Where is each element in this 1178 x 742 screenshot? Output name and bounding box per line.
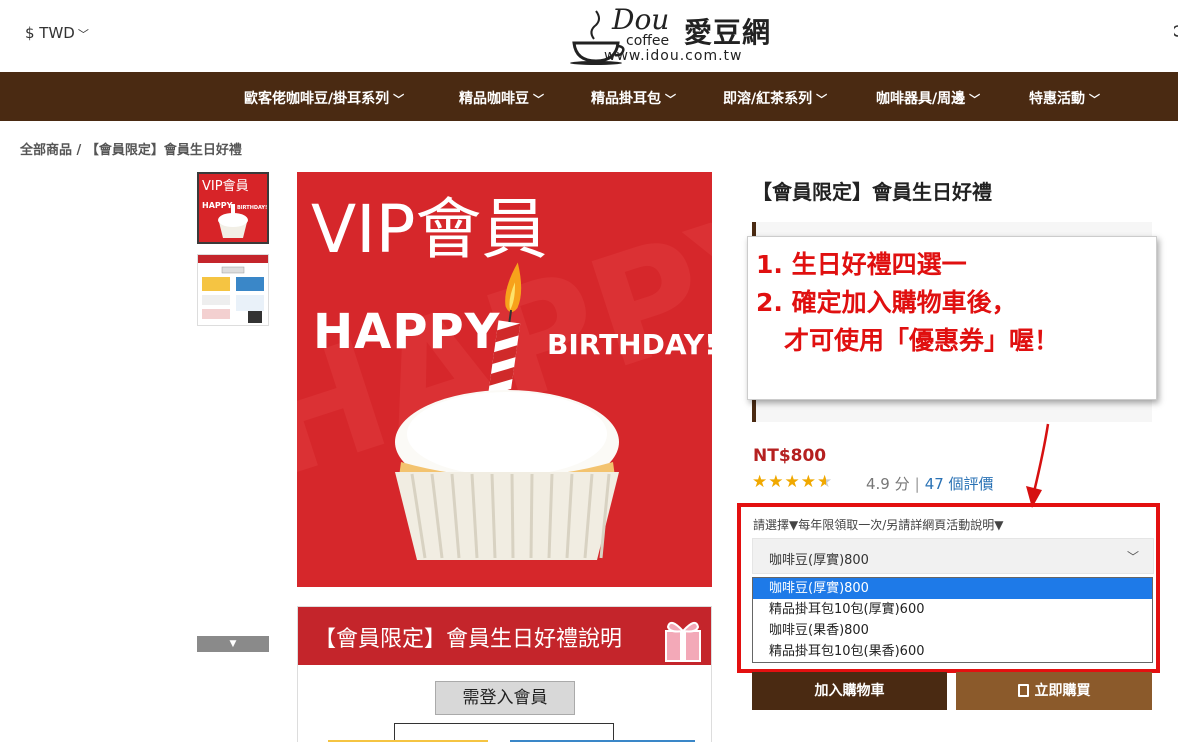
nav-item-equipment[interactable]: 咖啡器具/周邊 ﹀ [876, 88, 980, 108]
chevron-down-icon: ﹀ [969, 93, 981, 106]
logo-url: www.idou.com.tw [604, 48, 743, 64]
dropdown-option[interactable]: 咖啡豆(厚實)800 [753, 578, 1152, 599]
rating-stars: ★★★★★ [752, 472, 833, 492]
logo-brand: Dou [612, 3, 670, 36]
chevron-down-icon: ﹀ [1089, 93, 1100, 106]
gift-icon [665, 621, 701, 662]
add-to-cart-button[interactable]: 加入購物車 [752, 672, 947, 710]
search-icon[interactable] [1174, 24, 1178, 38]
shopping-bag-icon [1017, 684, 1029, 697]
nav-item-label: 精品咖啡豆 [459, 91, 529, 107]
gift-option-select[interactable]: 咖啡豆(厚實)800 ﹀ [752, 538, 1154, 574]
product-price: NT$800 [753, 446, 827, 466]
nav-item-instant-tea[interactable]: 即溶/紅茶系列 ﹀ [723, 88, 827, 108]
breadcrumb: 全部商品 / 【會員限定】會員生日好禮 [20, 139, 242, 158]
thumbnail-info[interactable] [197, 254, 269, 326]
thumbnail-info-image [198, 255, 268, 323]
image-birthday-text: BIRTHDAY! [547, 328, 712, 361]
star-icon: ★ [752, 472, 769, 492]
star-icon: ★ [768, 472, 785, 492]
image-happy-text: HAPPY [313, 304, 501, 360]
dropdown-option[interactable]: 精品掛耳包10包(果香)600 [753, 641, 1152, 662]
product-title: 【會員限定】會員生日好禮 [752, 180, 992, 204]
info-banner-text: 【會員限定】會員生日好禮說明 [314, 627, 623, 652]
note-line-1: 1. 生日好禮四選一 [756, 250, 967, 279]
logo-sub: coffee [626, 33, 670, 49]
nav-item-label: 歐客佬咖啡豆/掛耳系列 [244, 91, 390, 107]
breadcrumb-current: 【會員限定】會員生日好禮 [85, 143, 242, 158]
main-navbar: 歐客佬咖啡豆/掛耳系列 ﹀ 精品咖啡豆 ﹀ 精品掛耳包 ﹀ 即溶/紅茶系列 ﹀ 咖啡器具… [0, 72, 1178, 121]
annotation-note: 1. 生日好禮四選一 2. 確定加入購物車後， 才可使用「優惠券」喔！ [747, 236, 1157, 400]
thumbnail-scroll-down-button[interactable]: ▼ [197, 636, 269, 652]
gift-option-dropdown: 咖啡豆(厚實)800 精品掛耳包10包(厚實)600 咖啡豆(果香)800 精品… [752, 577, 1153, 663]
nav-item-label: 特惠活動 [1029, 91, 1085, 107]
site-logo[interactable]: Dou coffee 愛豆網 www.idou.com.tw [564, 3, 784, 69]
dropdown-option[interactable]: 精品掛耳包10包(厚實)600 [753, 599, 1152, 620]
buy-now-button[interactable]: 立即購買 [956, 672, 1152, 710]
note-line-3: 才可使用「優惠券」喔！ [784, 326, 1060, 355]
nav-item-specialty-beans[interactable]: 精品咖啡豆 ﹀ [459, 88, 544, 108]
svg-text:HAPPY: HAPPY [202, 201, 233, 210]
currency-selector[interactable]: $ TWD ﹀ [25, 24, 89, 42]
chevron-down-icon: ﹀ [77, 28, 89, 41]
nav-item-label: 精品掛耳包 [591, 91, 661, 107]
nav-item-okelao[interactable]: 歐客佬咖啡豆/掛耳系列 ﹀ [244, 88, 404, 108]
chevron-down-icon: ﹀ [1126, 550, 1139, 564]
chevron-down-icon: ﹀ [816, 93, 828, 106]
nav-item-label: 咖啡器具/周邊 [876, 91, 966, 107]
star-icon: ★ [800, 472, 817, 492]
rating-score: 4.9 分 [866, 475, 910, 493]
login-required-box: 需登入會員 [435, 681, 575, 715]
rating-separator: | [914, 475, 920, 493]
svg-text:BIRTHDAY!: BIRTHDAY! [237, 205, 267, 211]
nav-item-label: 即溶/紅茶系列 [723, 91, 813, 107]
chevron-down-icon: ﹀ [393, 93, 405, 106]
select-value: 咖啡豆(厚實)800 [769, 553, 869, 568]
thumbnail-vip[interactable]: VIP會員 HAPPY BIRTHDAY! [197, 172, 269, 244]
rating-summary: 4.9 分 | 47 個評價 [866, 473, 994, 494]
buy-now-label: 立即購買 [1034, 683, 1091, 699]
chevron-down-icon: ﹀ [665, 93, 676, 106]
nav-item-promotions[interactable]: 特惠活動 ﹀ [1029, 88, 1100, 108]
thumbnail-vip-image: VIP會員 HAPPY BIRTHDAY! [202, 179, 267, 238]
image-vip-text: VIP會員 [311, 191, 548, 268]
note-line-2: 2. 確定加入購物車後， [756, 288, 1017, 317]
product-main-image[interactable]: HAPPY VIP會員 HAPPY BIRTHDAY! [297, 172, 712, 587]
logo-chinese-name: 愛豆網 [684, 16, 772, 49]
reviews-link[interactable]: 47 個評價 [925, 475, 994, 493]
currency-label: $ TWD [25, 24, 75, 42]
caret-down-icon: ▼ [229, 639, 237, 649]
option-label: 請選擇▼每年限領取一次/另請詳網頁活動說明▼ [753, 518, 1004, 532]
nav-item-drip-bags[interactable]: 精品掛耳包 ﹀ [591, 88, 676, 108]
dropdown-option[interactable]: 咖啡豆(果香)800 [753, 620, 1152, 641]
star-half-icon: ★ [817, 472, 834, 492]
breadcrumb-separator: / [76, 143, 82, 158]
star-icon: ★ [784, 472, 801, 492]
breadcrumb-root[interactable]: 全部商品 [20, 143, 72, 158]
product-info-image[interactable]: 【會員限定】會員生日好禮說明 需登入會員 [297, 606, 712, 742]
svg-text:VIP會員: VIP會員 [202, 179, 249, 194]
chevron-down-icon: ﹀ [533, 93, 544, 106]
